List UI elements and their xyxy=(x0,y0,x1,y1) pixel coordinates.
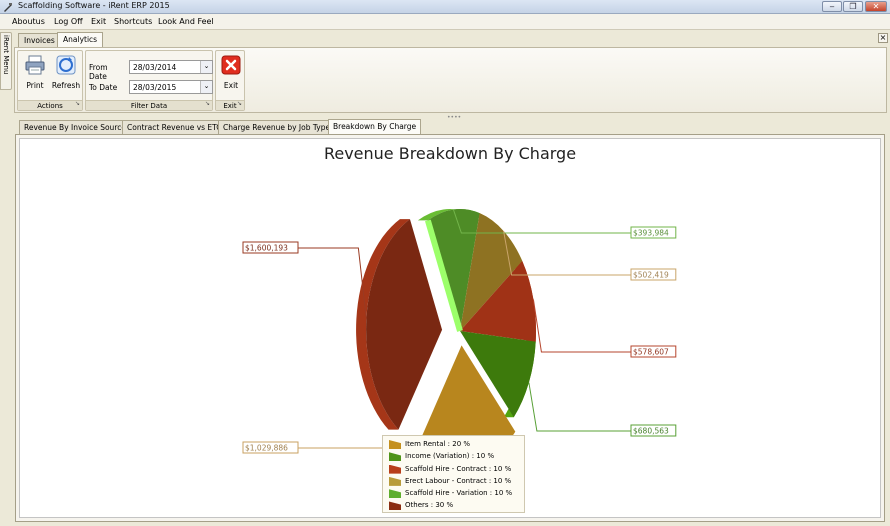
tab-analytics[interactable]: Analytics xyxy=(57,32,104,48)
value-label: $393,984 xyxy=(633,229,669,238)
filter-group-label: Filter Data ↘ xyxy=(86,100,212,110)
legend-label: Erect Labour - Contract : 10 % xyxy=(405,476,512,485)
legend-item: Item Rental : 20 % xyxy=(387,439,520,451)
actions-label-text: Actions xyxy=(37,102,63,110)
printer-icon xyxy=(25,55,45,75)
legend-item: Others : 30 % xyxy=(387,500,520,512)
print-label: Print xyxy=(26,81,44,90)
to-date-value: 28/03/2015 xyxy=(133,83,177,92)
tab-revenue-by-invoice-source[interactable]: Revenue By Invoice Source xyxy=(19,120,131,134)
title-bar: Scaffolding Software - iRent ERP 2015 ‒ … xyxy=(0,0,890,14)
tab-invoices[interactable]: Invoices xyxy=(18,33,61,47)
filter-dialog-launcher-icon[interactable]: ↘ xyxy=(205,99,210,109)
leader-line xyxy=(298,247,367,320)
filter-data-group: From Date 28/03/2014 ⌄ To Date 28/03/201… xyxy=(85,50,213,111)
legend-item: Income (Variation) : 10 % xyxy=(387,451,520,463)
leader-line xyxy=(532,299,631,353)
menu-look-and-feel[interactable]: Look And Feel xyxy=(158,17,214,26)
menu-aboutus[interactable]: Aboutus xyxy=(12,17,45,26)
close-button[interactable]: ✕ xyxy=(865,1,887,12)
dialog-launcher-icon[interactable]: ↘ xyxy=(75,99,80,109)
refresh-button[interactable]: Refresh xyxy=(51,54,81,90)
menu-shortcuts[interactable]: Shortcuts xyxy=(114,17,152,26)
from-date-dropdown-icon[interactable]: ⌄ xyxy=(200,61,212,73)
legend-swatch xyxy=(389,476,401,486)
chart-legend: Item Rental : 20 % Income (Variation) : 1… xyxy=(382,435,525,513)
exit-group-label: Exit ↘ xyxy=(216,100,244,110)
legend-label: Others : 30 % xyxy=(405,501,454,510)
menu-exit[interactable]: Exit xyxy=(91,17,106,26)
tab-contract-revenue-vs-etc[interactable]: Contract Revenue vs ETC xyxy=(122,120,227,134)
menu-log-off[interactable]: Log Off xyxy=(54,17,83,26)
menu-bar: Aboutus Log Off Exit Shortcuts Look And … xyxy=(0,14,890,30)
exit-dialog-launcher-icon[interactable]: ↘ xyxy=(237,99,242,109)
legend-swatch xyxy=(389,452,401,462)
from-date-label: From Date xyxy=(89,63,108,81)
to-date-field[interactable]: 28/03/2015 ⌄ xyxy=(129,80,213,94)
value-label: $502,419 xyxy=(633,271,669,280)
legend-label: Scaffold Hire - Variation : 10 % xyxy=(405,489,513,498)
actions-group-label: Actions ↘ xyxy=(18,100,82,110)
legend-swatch xyxy=(389,501,401,511)
value-label: $1,600,193 xyxy=(245,244,288,253)
ribbon-splitter-grip[interactable]: •••• xyxy=(447,114,461,121)
legend-item: Scaffold Hire - Variation : 10 % xyxy=(387,488,520,500)
minimize-button[interactable]: ‒ xyxy=(822,1,842,12)
value-label: $578,607 xyxy=(633,348,669,357)
chart-panel: Revenue Breakdown By Charge $393,984 $502… xyxy=(15,134,885,522)
print-button[interactable]: Print xyxy=(21,54,49,90)
value-label: $1,029,886 xyxy=(245,444,288,453)
refresh-icon xyxy=(56,55,76,75)
legend-swatch xyxy=(389,440,401,449)
to-date-label: To Date xyxy=(89,83,118,92)
side-tab-label: iRent Menu xyxy=(2,35,10,75)
exit-button[interactable]: Exit xyxy=(218,54,244,90)
legend-label: Income (Variation) : 10 % xyxy=(405,452,495,461)
exit-group: Exit Exit ↘ xyxy=(215,50,245,111)
app-icon xyxy=(4,3,12,12)
tab-charge-revenue-by-job-type[interactable]: Charge Revenue by Job Type xyxy=(218,120,336,134)
exit-x-icon xyxy=(221,55,241,75)
restore-button[interactable]: ❐ xyxy=(843,1,863,12)
leader-line xyxy=(528,382,631,432)
exit-button-label: Exit xyxy=(223,81,239,90)
legend-label: Item Rental : 20 % xyxy=(405,440,471,448)
close-tab-icon[interactable]: × xyxy=(878,33,888,43)
to-date-dropdown-icon[interactable]: ⌄ xyxy=(200,81,212,93)
filter-label-text: Filter Data xyxy=(130,102,168,110)
refresh-label: Refresh xyxy=(51,81,81,90)
irent-menu-side-tab[interactable]: iRent Menu xyxy=(0,32,12,90)
window-title: Scaffolding Software - iRent ERP 2015 xyxy=(18,1,170,10)
legend-item: Scaffold Hire - Contract : 10 % xyxy=(387,464,520,476)
from-date-value: 28/03/2014 xyxy=(133,63,177,72)
chart-area: Revenue Breakdown By Charge $393,984 $502… xyxy=(19,138,881,518)
legend-label: Scaffold Hire - Contract : 10 % xyxy=(405,464,512,473)
value-label: $680,563 xyxy=(633,427,669,436)
from-date-field[interactable]: 28/03/2014 ⌄ xyxy=(129,60,213,74)
legend-item: Erect Labour - Contract : 10 % xyxy=(387,476,520,488)
legend-swatch xyxy=(389,489,401,499)
ribbon: Print Refresh Actions ↘ From Date 28/03/… xyxy=(14,47,887,113)
tab-breakdown-by-charge[interactable]: Breakdown By Charge xyxy=(328,119,422,135)
actions-group: Print Refresh Actions ↘ xyxy=(17,50,83,111)
exit-label-text: Exit xyxy=(223,102,237,110)
legend-swatch xyxy=(389,464,401,474)
